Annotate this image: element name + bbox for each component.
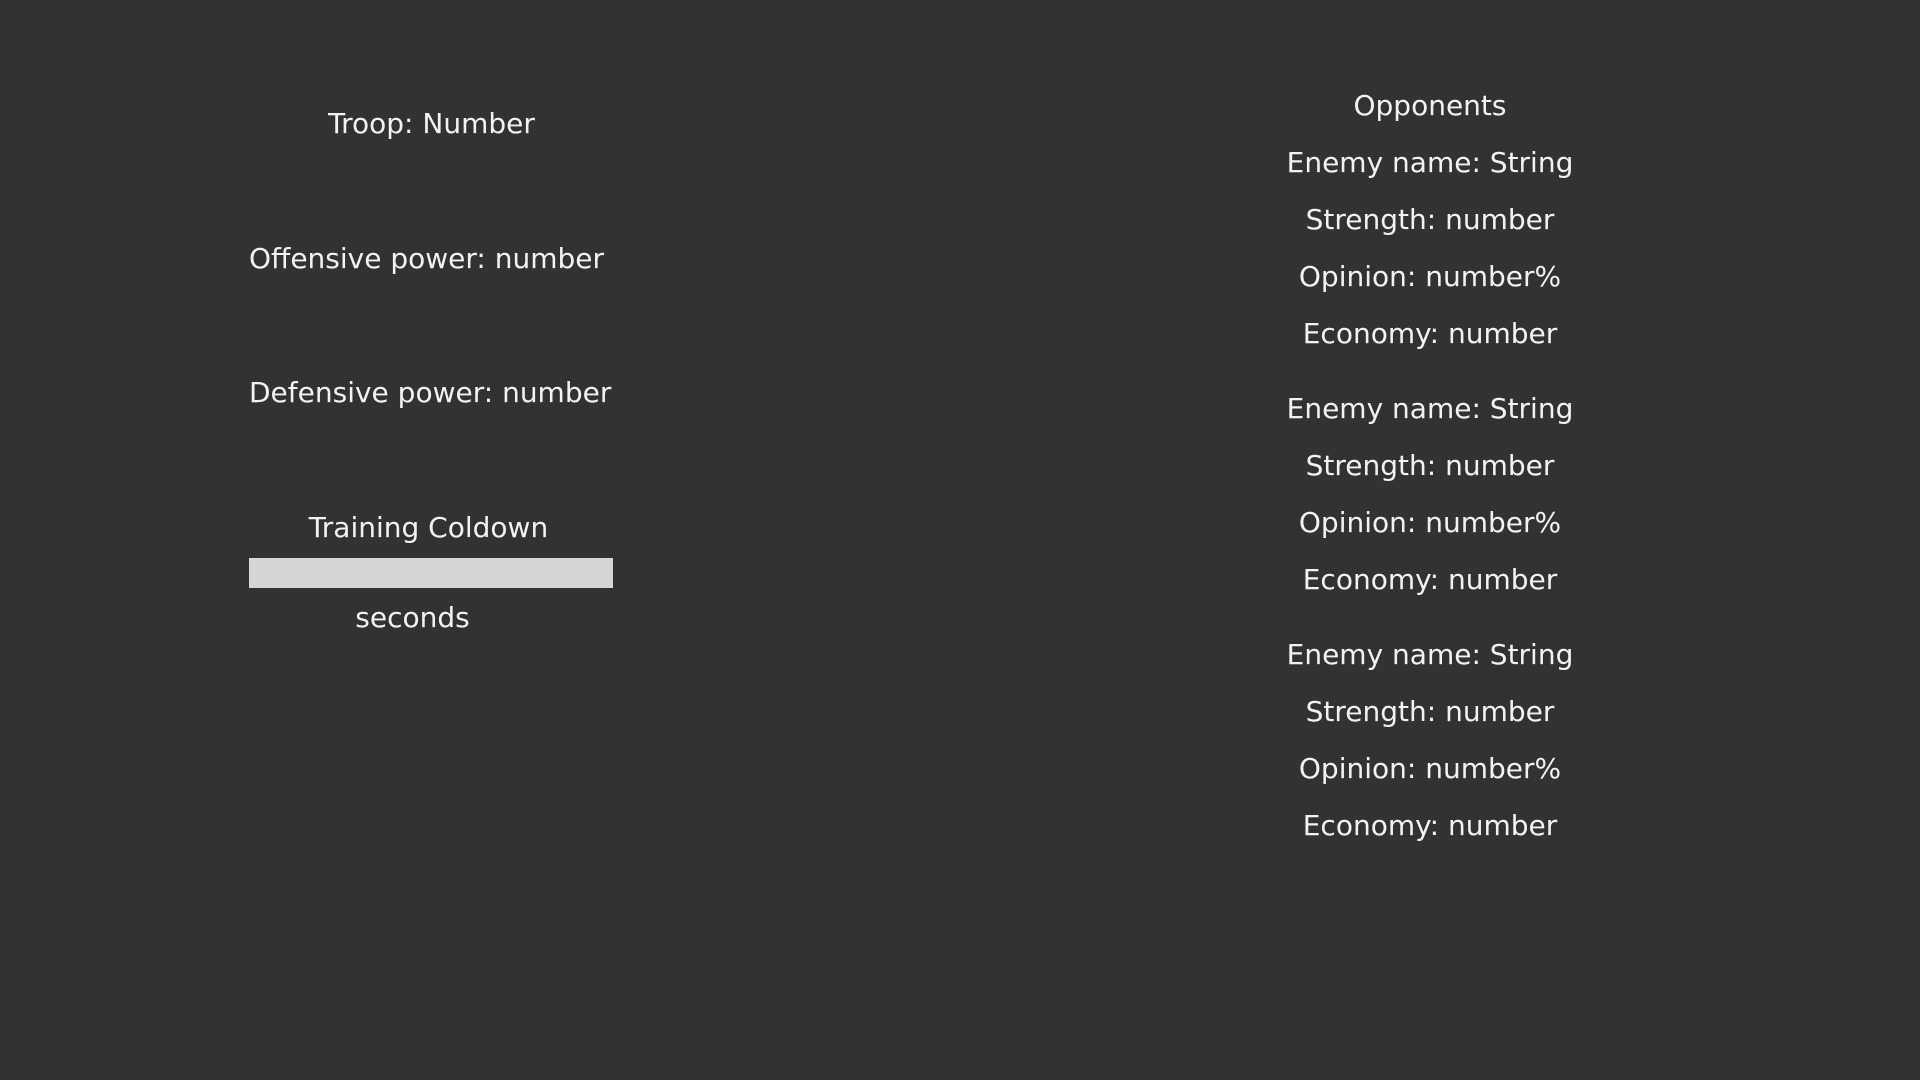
- opponents-title: Opponents: [1353, 89, 1507, 122]
- training-cooldown-seconds-label: seconds: [355, 601, 470, 634]
- opponent-opinion-label: Opinion: number%: [1298, 260, 1562, 293]
- defensive-power-label: Defensive power: number: [249, 376, 612, 409]
- opponent-economy-label: Economy: number: [1302, 317, 1558, 350]
- opponent-strength-label: Strength: number: [1305, 695, 1555, 728]
- offensive-power-label: Offensive power: number: [249, 242, 605, 275]
- training-cooldown-title: Training Coldown: [308, 511, 549, 544]
- opponent-economy-label: Economy: number: [1302, 809, 1558, 842]
- opponent-name-label: Enemy name: String: [1286, 146, 1574, 179]
- opponent-strength-label: Strength: number: [1305, 449, 1555, 482]
- opponent-opinion-label: Opinion: number%: [1298, 752, 1562, 785]
- opponent-economy-label: Economy: number: [1302, 563, 1558, 596]
- opponent-opinion-label: Opinion: number%: [1298, 506, 1562, 539]
- training-cooldown-bar: [249, 558, 613, 588]
- opponent-name-label: Enemy name: String: [1286, 392, 1574, 425]
- opponent-name-label: Enemy name: String: [1286, 638, 1574, 671]
- troop-count-label: Troop: Number: [328, 107, 535, 140]
- opponent-strength-label: Strength: number: [1305, 203, 1555, 236]
